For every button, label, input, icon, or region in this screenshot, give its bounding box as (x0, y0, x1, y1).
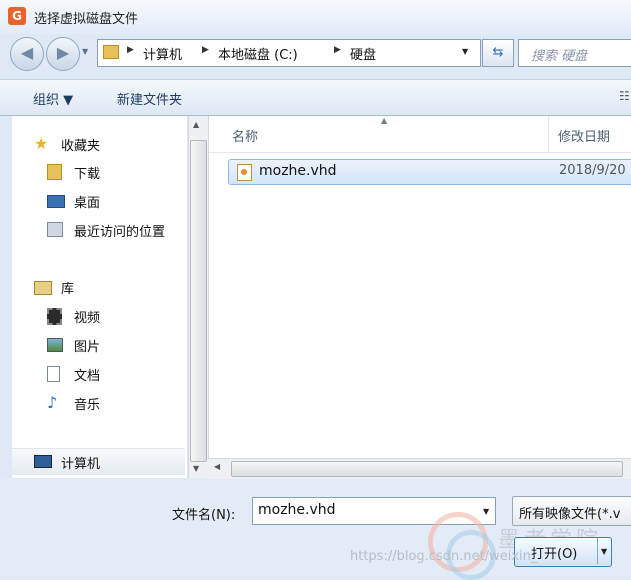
arrow-right-icon: ▶ (56, 43, 70, 62)
file-date: 2018/9/20 (559, 163, 626, 178)
open-button-label: 打开(O) (531, 547, 578, 562)
library-icon (34, 281, 52, 295)
desktop-icon (47, 195, 65, 208)
column-header-date[interactable]: 修改日期 (558, 126, 610, 145)
new-folder-button[interactable]: 新建文件夹 (117, 89, 182, 108)
forward-button[interactable]: ▶ (46, 37, 80, 71)
video-icon (47, 308, 62, 325)
chevron-right-icon[interactable]: ▶ (202, 45, 209, 55)
filename-label: 文件名(N): (172, 508, 236, 523)
scroll-up-icon[interactable]: ▲ (193, 120, 199, 129)
download-folder-icon (47, 164, 62, 180)
file-name: mozhe.vhd (259, 163, 337, 179)
nav-item-label: 音乐 (74, 398, 101, 413)
nav-item-label: 图片 (74, 340, 101, 355)
refresh-button[interactable]: ⇆ (482, 39, 514, 67)
nav-favorites-label: 收藏夹 (61, 139, 101, 154)
open-button-divider (597, 538, 598, 564)
file-list-horizontal-scrollbar[interactable]: ◀ (208, 458, 631, 479)
nav-item-label: 下载 (74, 167, 101, 182)
column-header-name[interactable]: 名称 (232, 126, 258, 145)
watermark-url: https://blog.csdn.net/weixin_ (350, 549, 538, 564)
music-note-icon: ♪ (47, 393, 58, 412)
nav-libraries-label: 库 (61, 282, 75, 297)
nav-favorites[interactable]: ★ 收藏夹 (34, 133, 209, 155)
nav-item-label: 最近访问的位置 (74, 225, 166, 240)
recent-places-icon (47, 222, 63, 237)
computer-icon (34, 455, 52, 468)
recent-pages-dropdown[interactable]: ▼ (82, 47, 92, 59)
address-dropdown-icon[interactable]: ▼ (462, 47, 468, 56)
navigation-pane: ★ 收藏夹 下载 桌面 最近访问的位置 库 视频 图片 文档 ♪ 音乐 计算机 (12, 116, 187, 478)
chevron-right-icon[interactable]: ▶ (334, 45, 341, 55)
open-dropdown-icon[interactable]: ▼ (601, 547, 607, 556)
folder-icon (103, 45, 119, 59)
nav-item-label: 文档 (74, 369, 101, 384)
organize-button[interactable]: 组织 ▼ (33, 89, 73, 108)
star-icon: ★ (34, 134, 49, 153)
scroll-left-icon[interactable]: ◀ (214, 462, 220, 471)
app-icon: G (8, 7, 26, 25)
back-button[interactable]: ◀ (10, 37, 44, 71)
sort-ascending-icon: ▲ (381, 116, 388, 125)
search-input[interactable]: 搜索 硬盘 (518, 39, 631, 67)
file-row[interactable]: mozhe.vhd 2018/9/20 (228, 159, 631, 185)
nav-item-label: 桌面 (74, 196, 101, 211)
breadcrumb-harddisk[interactable]: 硬盘 (350, 44, 376, 63)
filename-dropdown-icon[interactable]: ▼ (483, 507, 489, 516)
vhd-file-icon (237, 164, 252, 181)
arrow-left-icon: ◀ (20, 43, 34, 62)
breadcrumb-local-disk[interactable]: 本地磁盘 (C:) (218, 44, 298, 63)
nav-libraries[interactable]: 库 (34, 276, 209, 298)
address-bar[interactable]: ▶ 计算机 ▶ 本地磁盘 (C:) ▶ 硬盘 ▼ (97, 39, 481, 67)
picture-icon (47, 338, 63, 352)
search-placeholder: 搜索 硬盘 (531, 49, 588, 64)
scrollbar-thumb[interactable] (190, 140, 207, 462)
refresh-icon: ⇆ (492, 45, 504, 60)
nav-computer-label: 计算机 (61, 457, 101, 472)
column-divider[interactable] (548, 116, 549, 152)
scrollbar-thumb[interactable] (231, 461, 623, 477)
document-icon (47, 366, 60, 382)
chevron-right-icon[interactable]: ▶ (127, 45, 134, 55)
breadcrumb-computer[interactable]: 计算机 (143, 44, 182, 63)
view-options-icon[interactable]: ☷ (619, 89, 630, 103)
nav-computer[interactable]: 计算机 (12, 448, 185, 475)
nav-item-label: 视频 (74, 311, 101, 326)
window-title: 选择虚拟磁盘文件 (34, 12, 139, 27)
title-bar: G 选择虚拟磁盘文件 (0, 0, 631, 34)
nav-vertical-scrollbar[interactable]: ▲ ▼ (188, 116, 208, 478)
toolbar: 组织 ▼ 新建文件夹 ☷ (0, 79, 631, 116)
filetype-value: 所有映像文件(*.v (519, 507, 621, 522)
scroll-down-icon[interactable]: ▼ (193, 464, 199, 473)
file-list: ▲ 名称 修改日期 mozhe.vhd 2018/9/20 (208, 116, 631, 478)
column-header-row: ▲ 名称 修改日期 (209, 116, 631, 153)
filename-value: mozhe.vhd (258, 502, 336, 518)
